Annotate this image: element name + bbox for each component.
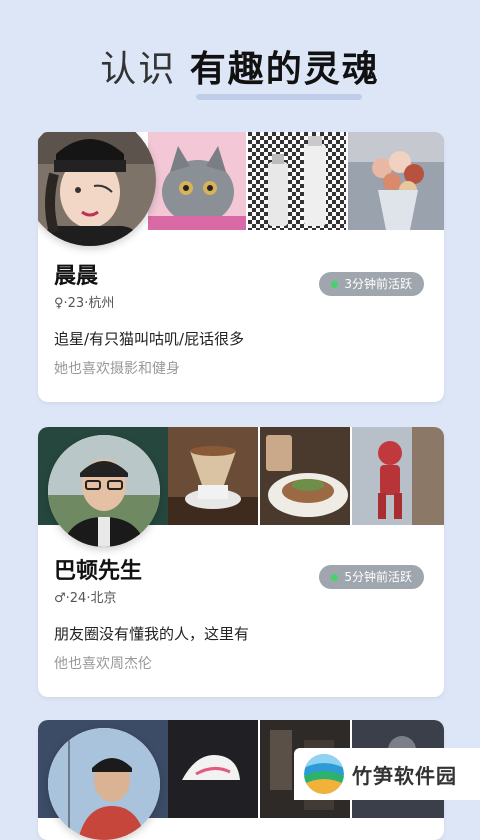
active-text: 3分钟前活跃 xyxy=(344,277,412,291)
title-emphasis: 有趣的灵魂 xyxy=(189,49,380,90)
photo-sneakers[interactable] xyxy=(168,720,258,818)
photo-figure[interactable] xyxy=(352,427,444,525)
profile-bio: 追星/有只猫叫咕叽/屁话很多 xyxy=(54,330,245,348)
profile-name: 巴顿先生 xyxy=(54,559,143,584)
status-badge: 5分钟前活跃 xyxy=(319,565,424,589)
profile-name: 晨晨 xyxy=(54,264,99,289)
profile-meta: ♀·23·杭州 xyxy=(54,296,115,311)
title-underline xyxy=(196,94,362,100)
watermark-text: 竹笋软件园 xyxy=(352,763,457,788)
photo-coffee[interactable] xyxy=(168,427,258,525)
status-badge: 3分钟前活跃 xyxy=(319,272,424,296)
photo-flowers[interactable] xyxy=(348,132,444,230)
photo-skincare[interactable] xyxy=(248,132,346,230)
online-dot xyxy=(331,280,339,288)
page-title: 认识 有趣的灵魂 xyxy=(0,40,480,92)
avatar[interactable] xyxy=(48,728,160,840)
title-prefix: 认识 xyxy=(100,49,177,90)
profile-meta: ♂·24·北京 xyxy=(54,591,117,606)
profile-likes: 他也喜欢周杰伦 xyxy=(54,656,152,672)
photo-food[interactable] xyxy=(260,427,350,525)
profile-likes: 她也喜欢摄影和健身 xyxy=(54,361,180,377)
avatar[interactable] xyxy=(48,435,160,547)
profile-card[interactable]: 5分钟前活跃 巴顿先生 ♂·24·北京 朋友圈没有懂我的人，这里有 他也喜欢周杰… xyxy=(38,427,444,697)
watermark-logo-icon xyxy=(304,754,344,794)
profile-card[interactable]: 3分钟前活跃 晨晨 ♀·23·杭州 追星/有只猫叫咕叽/屁话很多 她也喜欢摄影和… xyxy=(38,132,444,402)
profile-bio: 朋友圈没有懂我的人，这里有 xyxy=(54,625,250,643)
photo-cat[interactable] xyxy=(148,132,246,230)
watermark: 竹笋软件园 xyxy=(294,748,480,800)
online-dot xyxy=(331,573,339,581)
active-text: 5分钟前活跃 xyxy=(344,570,412,584)
